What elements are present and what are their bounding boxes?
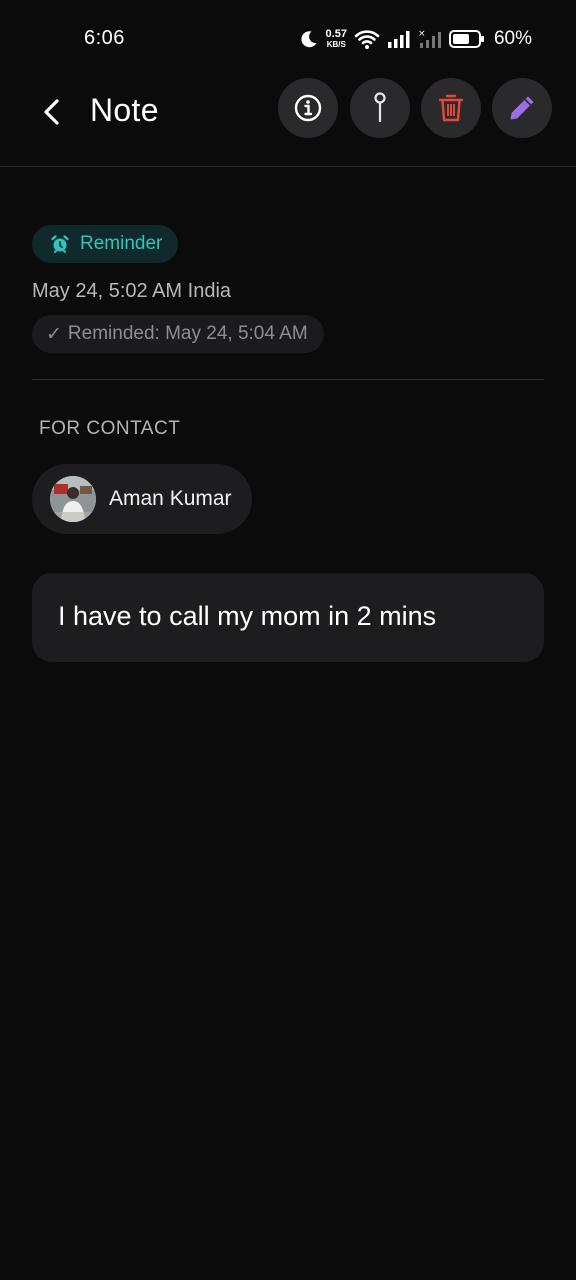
edit-button[interactable] (492, 78, 552, 138)
note-text: I have to call my mom in 2 mins (58, 601, 437, 631)
contact-photo (50, 476, 96, 522)
reminded-status-text: Reminded: May 24, 5:04 AM (67, 323, 308, 344)
reminder-label: Reminder (80, 233, 163, 254)
net-speed-value: 0.57 (325, 28, 347, 40)
section-divider (32, 379, 544, 380)
battery-icon (448, 29, 485, 49)
svg-text:×: × (418, 29, 426, 39)
app-header: Note (0, 78, 576, 167)
reminded-status-chip: ✓ Reminded: May 24, 5:04 AM (32, 315, 324, 353)
back-button[interactable] (30, 90, 74, 134)
alarm-clock-icon (51, 235, 69, 253)
status-time: 6:06 (84, 27, 125, 49)
contact-chip[interactable]: Aman Kumar (32, 464, 252, 534)
status-icons: 0.57 KB/S × 60% (299, 24, 532, 54)
trash-icon (438, 94, 464, 122)
for-contact-label: FOR CONTACT (39, 418, 181, 439)
avatar (50, 476, 96, 522)
check-icon: ✓ (46, 323, 62, 345)
pin-icon (374, 92, 386, 123)
pin-button[interactable] (350, 78, 410, 138)
reminder-chip[interactable]: Reminder (32, 225, 179, 263)
reminder-datetime: May 24, 5:02 AM India (32, 280, 232, 302)
signal-icon (387, 29, 411, 49)
moon-icon (299, 29, 319, 49)
info-icon (294, 94, 322, 122)
pencil-icon (510, 96, 534, 120)
contact-name: Aman Kumar (109, 487, 232, 510)
net-speed-unit: KB/S (326, 40, 346, 49)
signal-no-service-icon: × (418, 28, 442, 50)
note-card[interactable]: I have to call my mom in 2 mins (32, 573, 544, 662)
network-speed: 0.57 KB/S (326, 29, 347, 49)
wifi-icon (354, 28, 380, 50)
page-title: Note (90, 92, 159, 128)
back-arrow-icon (44, 99, 59, 125)
info-button[interactable] (278, 78, 338, 138)
delete-button[interactable] (421, 78, 481, 138)
battery-percent: 60% (493, 28, 532, 49)
status-bar: 6:06 0.57 KB/S × 60% (0, 0, 576, 78)
